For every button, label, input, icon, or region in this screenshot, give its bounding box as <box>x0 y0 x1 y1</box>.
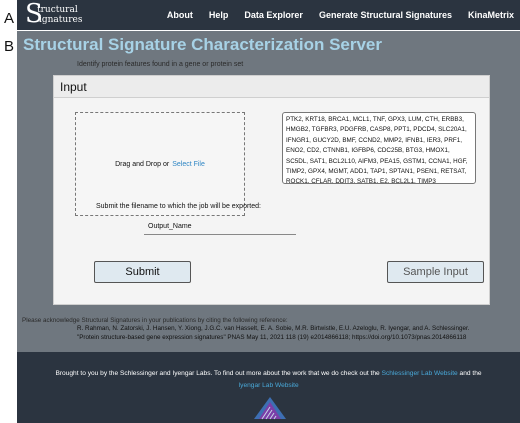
input-card: Input Drag and Drop or Select File PTK2,… <box>53 75 490 305</box>
lab-logo-icon <box>254 397 286 420</box>
page-subtitle: Identify protein features found in a gen… <box>77 61 244 68</box>
citation-text: "Protein structure-based gene expression… <box>77 333 467 341</box>
footer: Brought to you by the Schlessinger and I… <box>17 352 520 423</box>
top-navbar: S tructural ignatures About Help Data Ex… <box>17 0 520 30</box>
schlessinger-lab-link[interactable]: Schlessinger Lab Website <box>382 370 458 377</box>
main-content: Structural Signature Characterization Se… <box>17 31 520 352</box>
footer-text: Brought to you by the Schlessinger and I… <box>17 368 520 392</box>
iyengar-lab-link[interactable]: Iyengar Lab Website <box>238 382 298 389</box>
footer-text-mid: and the <box>459 370 482 377</box>
nav-help[interactable]: Help <box>209 10 229 20</box>
logo-word-bottom: ignatures <box>39 15 83 25</box>
panel-label-a: A <box>4 10 15 27</box>
nav-kinametrix[interactable]: KinaMetrix <box>468 10 514 20</box>
filename-input[interactable] <box>144 218 296 235</box>
filename-label: Submit the filename to which the job wil… <box>96 203 261 210</box>
nav-links: About Help Data Explorer Generate Struct… <box>151 0 514 30</box>
logo-word-top: tructural <box>37 5 78 15</box>
citation-authors: R. Rahman, N. Zatorski, J. Hansen, Y. Xi… <box>77 325 470 332</box>
acknowledgement-intro: Please acknowledge Structural Signatures… <box>22 317 288 324</box>
dropzone-text: Drag and Drop or <box>115 160 170 168</box>
sample-input-button[interactable]: Sample Input <box>387 261 484 283</box>
page-title: Structural Signature Characterization Se… <box>23 35 383 54</box>
nav-data-explorer[interactable]: Data Explorer <box>244 10 303 20</box>
select-file-link[interactable]: Select File <box>172 161 205 168</box>
footer-text-intro: Brought to you by the Schlessinger and I… <box>55 370 380 377</box>
structural-signatures-logo[interactable]: S tructural ignatures <box>23 0 93 30</box>
panel-label-b: B <box>4 38 15 55</box>
submit-button[interactable]: Submit <box>94 261 191 283</box>
nav-generate-structural-signatures[interactable]: Generate Structural Signatures <box>319 10 452 20</box>
gene-list-textarea[interactable]: PTK2, KRT18, BRCA1, MCL1, TNF, GPX3, LUM… <box>282 112 476 184</box>
file-dropzone[interactable]: Drag and Drop or Select File <box>75 112 245 216</box>
nav-about[interactable]: About <box>167 10 193 20</box>
citation-reference: R. Rahman, N. Zatorski, J. Hansen, Y. Xi… <box>77 325 507 342</box>
input-card-header: Input <box>54 76 489 98</box>
